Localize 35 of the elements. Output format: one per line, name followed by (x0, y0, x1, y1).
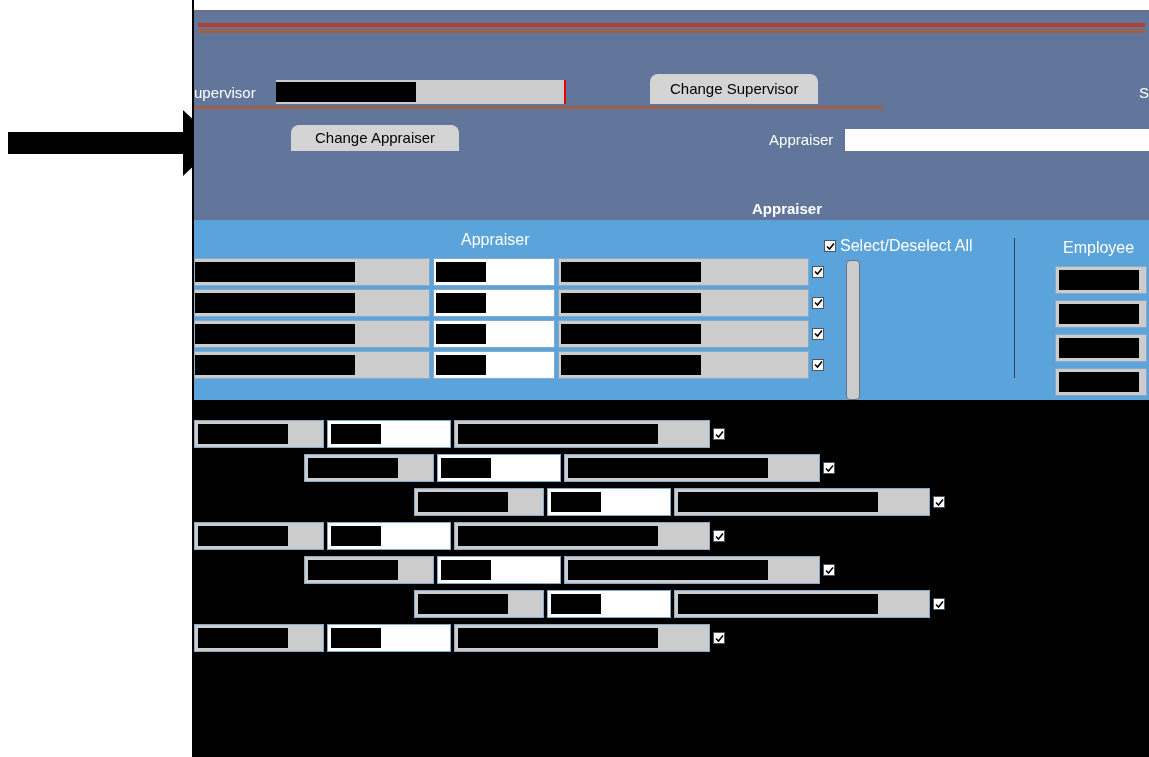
checkbox[interactable] (812, 296, 824, 309)
redaction-bar (435, 354, 486, 375)
scrollbar[interactable] (846, 260, 860, 400)
supervisor-field[interactable] (276, 80, 566, 104)
select-all-label: Select/Deselect All (840, 236, 973, 256)
redaction-bar (331, 424, 381, 444)
field-label: S (1139, 82, 1149, 103)
column-header: Employee (1062, 238, 1136, 258)
column-header: Appraiser (461, 230, 530, 250)
redaction-bar (551, 594, 601, 614)
field-label: Appraiser (769, 129, 834, 150)
checkbox[interactable] (713, 632, 725, 644)
appraiser-field[interactable] (845, 129, 1149, 151)
redaction-bar (435, 261, 486, 282)
section-title: Appraiser (752, 198, 823, 219)
checkbox[interactable] (823, 564, 835, 576)
checkbox[interactable] (713, 530, 725, 542)
redaction-bar (441, 560, 491, 580)
redaction-bar (331, 628, 381, 648)
checkbox[interactable] (812, 358, 824, 371)
checkbox[interactable] (812, 327, 824, 340)
redaction-bar (551, 492, 601, 512)
redaction-bar (435, 292, 486, 313)
change-supervisor-button[interactable]: Change Supervisor (650, 74, 819, 104)
checkbox[interactable] (713, 428, 725, 440)
redaction-bar (331, 526, 381, 546)
redaction-bar (441, 458, 491, 478)
checkbox[interactable] (812, 265, 824, 278)
checkbox[interactable] (933, 496, 945, 508)
change-appraiser-button[interactable]: Change Appraiser (291, 125, 460, 151)
field-label: upervisor (194, 82, 257, 103)
checkbox[interactable] (824, 240, 836, 252)
redaction-bar (435, 323, 486, 344)
checkbox[interactable] (933, 598, 945, 610)
checkbox[interactable] (823, 462, 835, 474)
